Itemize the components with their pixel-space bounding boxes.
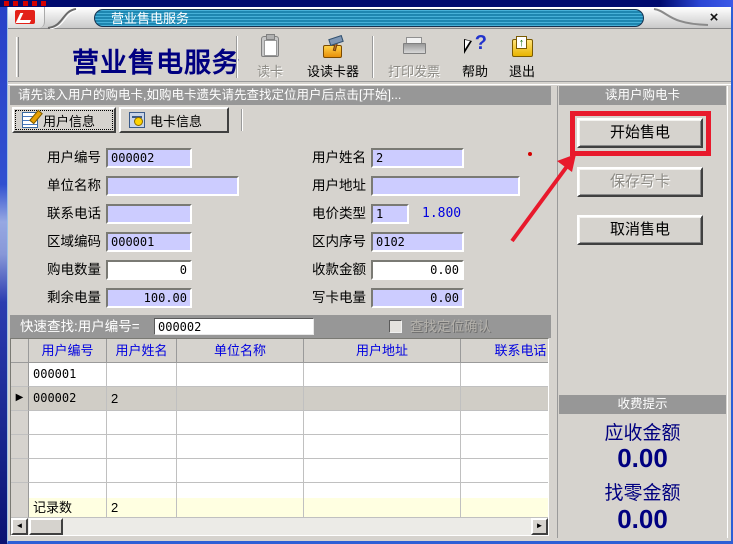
background-text-fragment	[23, 1, 28, 6]
price-type-field[interactable]	[371, 204, 409, 224]
print-invoice-button: 打印发票	[379, 32, 449, 82]
app-window: 营业售电服务 × 营业售电服务 读卡 设读卡器	[7, 7, 733, 544]
org-name-field[interactable]	[106, 176, 239, 196]
area-code-field[interactable]	[106, 232, 192, 252]
scroll-right-button[interactable]: ►	[531, 518, 548, 535]
user-name-field[interactable]	[371, 148, 464, 168]
save-write-card-button: 保存写卡	[577, 167, 703, 197]
table-row-empty	[11, 435, 549, 459]
serial-no-label: 区内序号	[280, 232, 366, 252]
cancel-sale-button[interactable]: 取消售电	[577, 215, 703, 245]
grid-footer-row: 记录数 2	[11, 498, 549, 518]
background-window-sliver	[0, 0, 733, 7]
col-phone: 联系电话	[461, 339, 549, 363]
app-logo-icon	[15, 10, 35, 24]
tab-separator	[241, 109, 243, 131]
record-count-label: 记录数	[29, 498, 107, 518]
help-button[interactable]: ? 帮助	[452, 32, 498, 82]
table-row-selected[interactable]: ▶ 000002 2	[11, 387, 549, 411]
close-icon[interactable]: ×	[705, 9, 723, 27]
background-text-fragment	[13, 1, 18, 6]
address-field[interactable]	[371, 176, 520, 196]
setup-reader-button[interactable]: 设读卡器	[298, 32, 368, 82]
table-row-empty	[11, 483, 549, 498]
table-row-empty	[11, 459, 549, 483]
tab-card-info[interactable]: 电卡信息	[119, 107, 229, 133]
exit-icon: ↑	[510, 35, 534, 59]
grid-header-row: 用户编号 用户姓名 单位名称 用户地址 联系电话	[11, 339, 549, 363]
quick-search-bar: 快速查找:用户编号= 查找定位确认	[10, 315, 551, 338]
fee-tip-header: 收费提示	[559, 395, 726, 414]
write-qty-label: 写卡电量	[280, 288, 366, 308]
locate-confirm-checkbox	[389, 320, 402, 333]
toolbox-icon	[321, 35, 345, 59]
toolbar-gripper	[16, 37, 19, 77]
grid-corner-cell	[11, 339, 29, 363]
toolbar: 营业售电服务 读卡 设读卡器 打印发票 ? 帮助	[8, 29, 731, 85]
buy-qty-label: 购电数量	[15, 260, 101, 280]
write-qty-field[interactable]	[371, 288, 464, 308]
user-name-label: 用户姓名	[280, 148, 366, 168]
remaining-field[interactable]	[106, 288, 192, 308]
amount-field[interactable]	[371, 260, 464, 280]
annotation-dot	[528, 152, 532, 156]
title-pill: 营业售电服务	[94, 9, 644, 27]
row-selector-cell	[11, 363, 29, 387]
area-code-label: 区域编码	[15, 232, 101, 252]
desktop-edge	[0, 7, 7, 544]
app-logo	[8, 7, 45, 28]
user-grid[interactable]: 用户编号 用户姓名 单位名称 用户地址 联系电话 000001 ▶ 000002…	[10, 338, 549, 536]
printer-icon	[402, 35, 426, 59]
row-pointer-icon: ▶	[11, 387, 29, 411]
price-type-label: 电价类型	[280, 204, 366, 224]
user-id-field[interactable]	[106, 148, 192, 168]
receivable-label: 应收金额	[559, 418, 726, 445]
org-name-label: 单位名称	[15, 176, 101, 196]
quick-search-input[interactable]	[154, 318, 314, 335]
exit-button[interactable]: ↑ 退出	[501, 32, 543, 82]
serial-no-field[interactable]	[371, 232, 464, 252]
page-title: 营业售电服务	[72, 41, 240, 80]
background-text-fragment	[4, 1, 9, 6]
change-label: 找零金额	[559, 478, 726, 505]
scroll-left-button[interactable]: ◄	[11, 518, 28, 535]
status-message: 请先读入用户的购电卡,如购电卡遗失请先查找定位用户后点击[开始]...	[10, 86, 551, 105]
background-text-fragment	[41, 1, 46, 6]
col-address: 用户地址	[304, 339, 461, 363]
horizontal-scrollbar[interactable]: ◄ ►	[11, 518, 548, 535]
col-user-name: 用户姓名	[107, 339, 177, 363]
col-user-id: 用户编号	[29, 339, 107, 363]
title-bar[interactable]: 营业售电服务 ×	[8, 7, 731, 29]
receivable-value: 0.00	[559, 443, 726, 474]
price-rate-value: 1.800	[422, 204, 461, 224]
remaining-label: 剩余电量	[15, 288, 101, 308]
read-card-button: 读卡	[246, 32, 294, 82]
locate-confirm-label: 查找定位确认	[410, 315, 491, 338]
table-row-empty	[11, 411, 549, 435]
record-count-value: 2	[107, 498, 177, 518]
toolbar-separator	[236, 36, 238, 78]
tab-user-info[interactable]: 用户信息	[12, 107, 116, 133]
amount-label: 收款金额	[280, 260, 366, 280]
user-id-label: 用户编号	[15, 148, 101, 168]
start-sale-button[interactable]: 开始售电	[577, 118, 703, 148]
phone-label: 联系电话	[15, 204, 101, 224]
user-form-icon	[22, 112, 38, 128]
help-icon: ?	[463, 35, 487, 59]
col-org-name: 单位名称	[177, 339, 304, 363]
address-label: 用户地址	[280, 176, 366, 196]
quick-search-label: 快速查找:用户编号=	[20, 315, 140, 338]
table-row[interactable]: 000001	[11, 363, 549, 387]
phone-field[interactable]	[106, 204, 192, 224]
scrollbar-thumb[interactable]	[29, 518, 63, 535]
buy-qty-field[interactable]	[106, 260, 192, 280]
card-reader-icon	[258, 35, 282, 59]
window-title: 营业售电服务	[111, 10, 189, 27]
desktop: 营业售电服务 × 营业售电服务 读卡 设读卡器	[0, 0, 733, 544]
power-card-icon	[129, 112, 145, 128]
toolbar-separator	[372, 36, 374, 78]
change-value: 0.00	[559, 504, 726, 535]
background-text-fragment	[32, 1, 37, 6]
